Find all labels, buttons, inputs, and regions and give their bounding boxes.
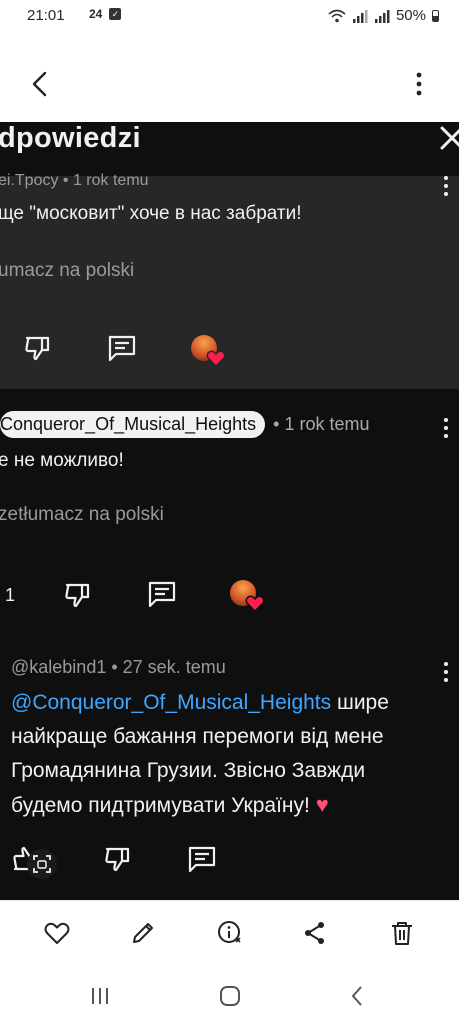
app-bar [0,32,459,122]
status-bar: 21:01 24 ✓ 50% [0,0,459,32]
delete-trash-icon[interactable] [388,919,416,947]
comment-text: е не можливо! [0,450,124,471]
creator-heart-badge [191,335,231,371]
status-time: 21:01 [27,7,65,24]
dislike-icon[interactable] [22,332,54,364]
reply-icon[interactable] [186,843,218,875]
translate-link[interactable]: zetłumacz na polski [0,504,164,526]
comment-meta: Conqueror_Of_Musical_Heights • 1 rok tem… [0,411,369,438]
battery-percent: 50% [395,7,426,24]
translate-link[interactable]: umacz na polski [0,260,134,282]
wifi-icon [328,9,346,22]
comment-meta: @kalebind1 • 27 sek. temu [11,657,226,678]
close-icon[interactable] [436,124,459,154]
bottom-toolbar [0,900,459,966]
notification-badge-24: 24 [89,7,103,21]
edit-pencil-icon[interactable] [129,919,157,947]
battery-icon [432,9,439,22]
signal-icon [352,9,368,23]
comment-more-options-icon[interactable] [444,418,448,438]
comment-author[interactable]: @kalebind1 [11,657,106,677]
recent-apps-icon[interactable] [88,984,112,1008]
favorite-heart-icon[interactable] [43,919,71,947]
scan-image-icon[interactable] [26,848,58,880]
dislike-icon[interactable] [102,843,134,875]
panel-title: dpowiedzi [0,122,141,154]
comment-text: @Conqueror_Of_Musical_Heights шире найкр… [11,686,441,823]
back-arrow-icon[interactable] [22,66,58,102]
comments-panel: dpowiedzi ei.Tpocy • 1 rok temu ще "моск… [0,122,459,900]
creator-heart-badge [230,580,270,616]
comment-time: • 27 sek. temu [111,657,226,677]
comment-text: ще "московит" хоче в нас забрати! [0,203,302,224]
dislike-icon[interactable] [62,579,94,611]
comment-more-options-icon[interactable] [444,176,448,196]
author-chip[interactable]: Conqueror_Of_Musical_Heights [0,411,266,438]
more-options-icon[interactable] [401,66,437,102]
comment-time: • 1 rok temu [273,414,370,434]
panel-header: dpowiedzi [0,122,459,176]
heart-icon [206,350,226,368]
heart-emoji: ♥ [315,792,329,817]
info-icon[interactable] [216,919,244,947]
reply-icon[interactable] [146,578,178,610]
system-navigation-bar [0,966,459,1024]
reply-icon[interactable] [106,332,138,364]
like-count: 1 [5,585,16,605]
home-icon[interactable] [218,984,242,1008]
checkbox-notification-icon: ✓ [109,8,122,20]
signal-icon-2 [374,9,390,23]
back-nav-icon[interactable] [346,984,370,1008]
mention-link[interactable]: @Conqueror_Of_Musical_Heights [11,691,331,714]
comment-more-options-icon[interactable] [444,662,448,682]
comment-highlighted: ei.Tpocy • 1 rok temu ще "московит" хоче… [0,172,459,389]
status-left-icons: 24 ✓ [89,7,122,21]
share-icon[interactable] [301,919,329,947]
comment-meta: ei.Tpocy • 1 rok temu [0,172,149,189]
status-right-icons: 50% [328,7,439,24]
heart-icon [245,595,265,613]
